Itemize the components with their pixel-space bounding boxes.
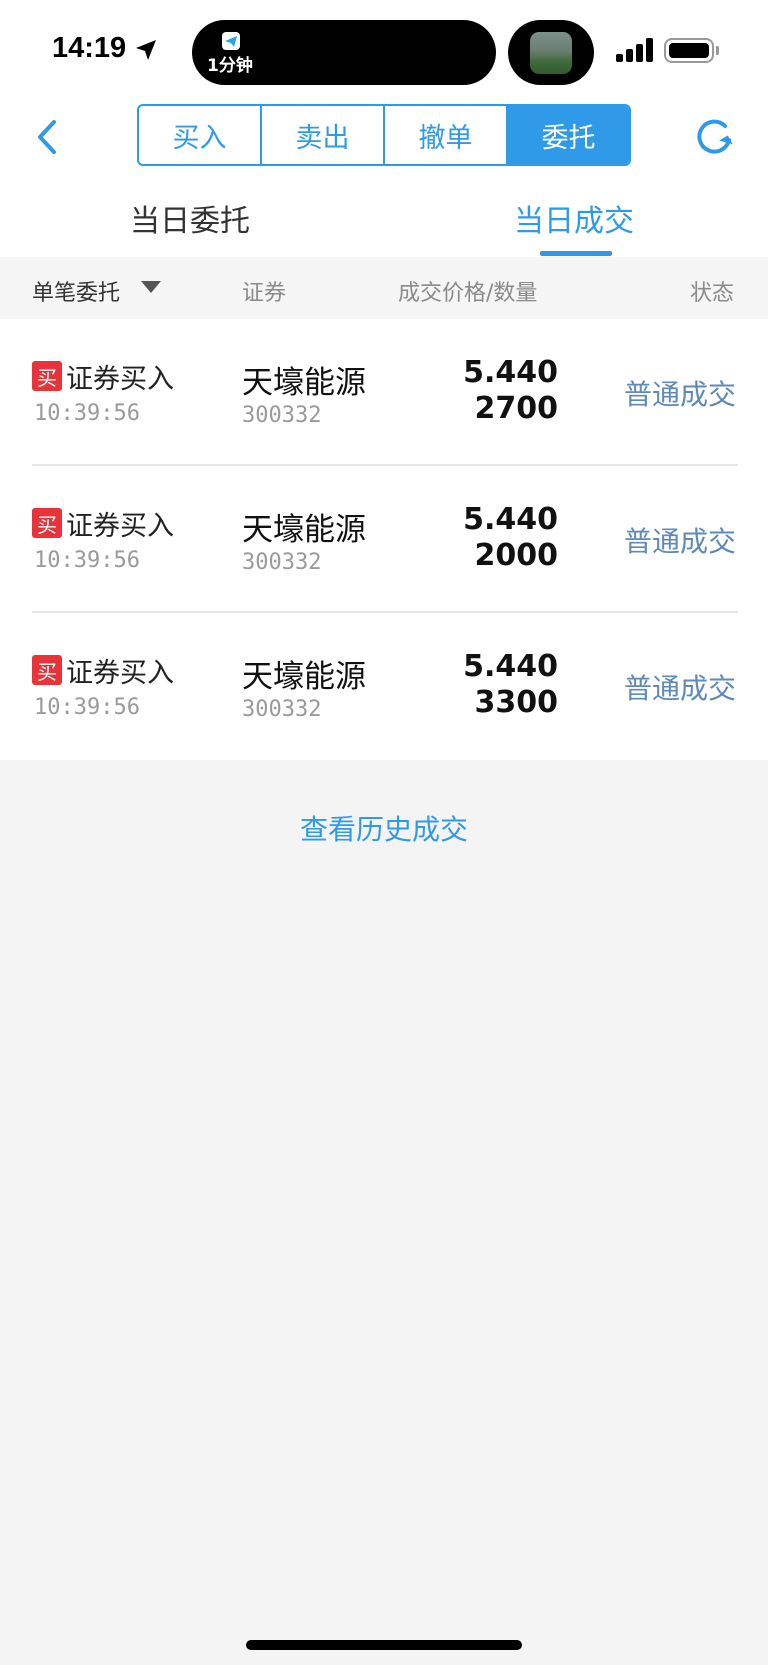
battery-cap	[716, 46, 719, 55]
view-history-deals-link[interactable]: 查看历史成交	[0, 808, 768, 848]
deal-price: 5.440	[463, 502, 558, 537]
deal-quantity: 2700	[474, 391, 559, 426]
battery-icon	[664, 38, 714, 63]
list-header: 单笔委托 证券 成交价格/数量 状态	[0, 257, 768, 319]
triangle-down-icon[interactable]	[141, 281, 161, 293]
header-price-qty: 成交价格/数量	[398, 281, 538, 306]
deal-time: 10:39:56	[34, 548, 140, 573]
security-name: 天壕能源	[242, 365, 366, 401]
deal-quantity: 2000	[474, 538, 559, 573]
security-code: 300332	[242, 697, 322, 722]
table-row[interactable]: 买 证券买入 10:39:56 天壕能源 300332 5.440 2700 普…	[0, 319, 768, 465]
island-timer-text: 1分钟	[207, 56, 253, 76]
back-icon[interactable]	[30, 112, 70, 162]
table-row[interactable]: 买 证券买入 10:39:56 天壕能源 300332 5.440 3300 普…	[0, 613, 768, 759]
segment-orders[interactable]: 委托	[508, 106, 629, 164]
dynamic-island[interactable]: 1分钟	[192, 20, 496, 85]
location-arrow-icon	[136, 40, 156, 60]
media-thumbnail	[530, 32, 572, 74]
deal-quantity: 3300	[474, 685, 559, 720]
active-tab-indicator	[540, 251, 612, 256]
deal-time: 10:39:56	[34, 695, 140, 720]
deal-price: 5.440	[463, 649, 558, 684]
buy-badge: 买	[32, 361, 62, 391]
header-status: 状态	[689, 281, 734, 306]
home-indicator[interactable]	[246, 1640, 522, 1650]
buy-badge: 买	[32, 655, 62, 685]
deal-status: 普通成交	[623, 525, 736, 558]
segment-buy[interactable]: 买入	[139, 106, 262, 164]
deal-time: 10:39:56	[34, 401, 140, 426]
refresh-icon[interactable]	[692, 114, 736, 158]
operation-type: 证券买入	[66, 511, 174, 542]
trade-segment-control: 买入 卖出 撤单 委托	[137, 104, 631, 166]
media-island[interactable]	[508, 20, 594, 85]
status-time: 14:19	[52, 32, 127, 64]
operation-type: 证券买入	[66, 364, 174, 395]
security-name: 天壕能源	[242, 659, 366, 695]
tab-today-orders[interactable]: 当日委托	[130, 196, 250, 240]
security-code: 300332	[242, 550, 322, 575]
deal-price: 5.440	[463, 355, 558, 390]
cellular-signal-icon	[616, 36, 654, 62]
security-name: 天壕能源	[242, 512, 366, 548]
segment-cancel[interactable]: 撤单	[385, 106, 508, 164]
app-activity-icon	[222, 32, 240, 50]
table-row[interactable]: 买 证券买入 10:39:56 天壕能源 300332 5.440 2000 普…	[0, 466, 768, 612]
header-single-order[interactable]: 单笔委托	[32, 275, 120, 307]
deal-status: 普通成交	[623, 672, 736, 705]
buy-badge: 买	[32, 508, 62, 538]
header-security: 证券	[242, 281, 287, 306]
tab-today-deals[interactable]: 当日成交	[514, 196, 634, 240]
security-code: 300332	[242, 403, 322, 428]
operation-type: 证券买入	[66, 658, 174, 689]
segment-sell[interactable]: 卖出	[262, 106, 385, 164]
deal-status: 普通成交	[623, 378, 736, 411]
